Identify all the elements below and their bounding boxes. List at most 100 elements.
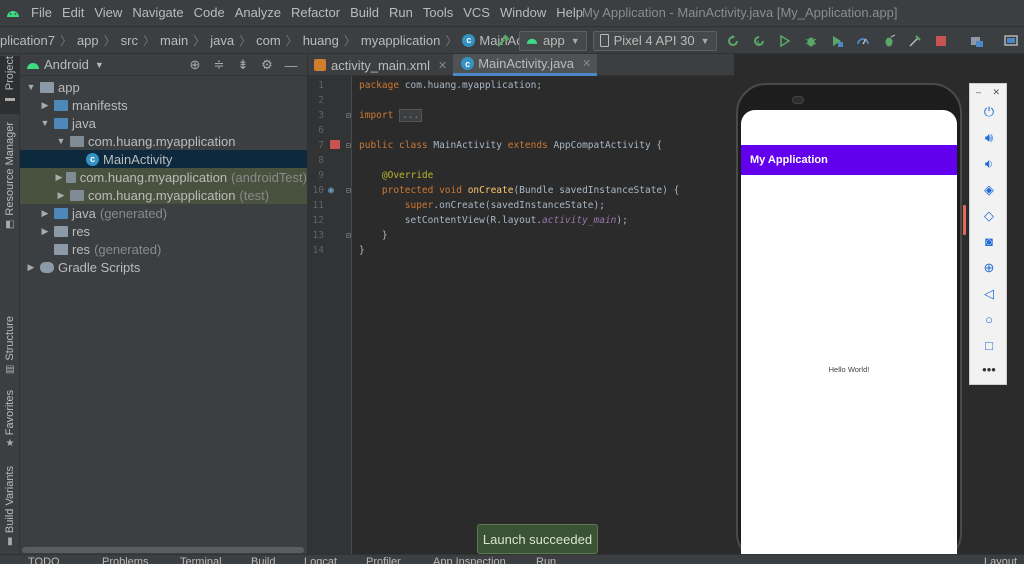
tree-item-package-main[interactable]: ▼ com.huang.myapplication <box>20 132 307 150</box>
menu-build[interactable]: Build <box>345 0 384 26</box>
close-icon[interactable]: ✕ <box>992 84 1000 100</box>
chevron-right-icon[interactable]: ▶ <box>38 208 52 219</box>
bottom-tab-logcat[interactable]: Logcat <box>304 556 337 564</box>
emulator-screen[interactable]: My Application Hello World! <box>741 110 957 564</box>
coverage-icon[interactable] <box>826 30 848 52</box>
bottom-tab-app-inspection[interactable]: App Inspection <box>433 556 506 564</box>
chevron-right-icon[interactable]: ▶ <box>54 190 68 201</box>
tab-activity-main-xml[interactable]: activity_main.xml ✕ <box>308 54 453 76</box>
debug-icon[interactable] <box>800 30 822 52</box>
tree-item-res[interactable]: ▶ res <box>20 222 307 240</box>
apply-changes-icon[interactable] <box>722 30 744 52</box>
collapse-all-icon[interactable]: ⇟ <box>231 57 255 73</box>
tree-item-java-generated[interactable]: ▶ java (generated) <box>20 204 307 222</box>
device-select[interactable]: Pixel 4 API 30 ▼ <box>592 30 717 51</box>
fold-marker-icon[interactable]: ⊟ <box>346 111 351 120</box>
rotate-right-icon[interactable]: ◇ <box>970 208 1008 224</box>
fold-marker-icon[interactable]: ⊟ <box>346 141 351 150</box>
code-editor[interactable]: package com.huang.myapplication; import … <box>352 76 734 554</box>
override-method-icon[interactable]: ◉ <box>328 185 334 196</box>
tool-tab-resource-manager[interactable]: Resource Manager ◧ <box>0 122 20 230</box>
scrollbar-thumb[interactable] <box>22 547 304 553</box>
bottom-tab-run[interactable]: Run <box>536 556 556 564</box>
breadcrumb-project[interactable]: plication7 <box>0 33 55 48</box>
attach-icon[interactable] <box>904 30 926 52</box>
tool-tab-structure[interactable]: Structure ▤ <box>0 316 20 376</box>
volume-down-icon[interactable]: 🔉︎ <box>970 156 1008 172</box>
editor-gutter[interactable]: 1 2 3 6 7 8 9 10 11 12 13 14 ◉ ⊟ ⊟ ⊟ ⊟ <box>308 76 352 554</box>
chevron-right-icon[interactable]: ▶ <box>54 172 64 183</box>
tab-mainactivity-java[interactable]: c MainActivity.java ✕ <box>453 54 598 76</box>
menu-tools[interactable]: Tools <box>418 0 458 26</box>
chevron-down-icon[interactable]: ▼ <box>38 118 52 128</box>
bottom-tab-layout[interactable]: Layout <box>984 556 1017 564</box>
fold-marker-icon[interactable]: ⊟ <box>346 186 351 195</box>
launch-toast[interactable]: Launch succeeded <box>477 524 598 554</box>
breadcrumb-main[interactable]: main <box>160 33 188 48</box>
avd-manager-icon[interactable] <box>1000 30 1022 52</box>
tool-tab-build-variants[interactable]: Build Variants ▮ <box>0 466 20 547</box>
expand-all-icon[interactable]: ≑ <box>207 57 231 73</box>
overview-icon[interactable]: □ <box>970 338 1008 353</box>
profiler-gauge-icon[interactable] <box>852 30 874 52</box>
project-view-mode[interactable]: Android <box>44 57 89 72</box>
chevron-right-icon[interactable]: ▶ <box>38 226 52 237</box>
tree-item-package-androidtest[interactable]: ▶ com.huang.myapplication (androidTest) <box>20 168 307 186</box>
run-config-select[interactable]: app ▼ <box>519 30 587 51</box>
tree-item-package-test[interactable]: ▶ com.huang.myapplication (test) <box>20 186 307 204</box>
menu-view[interactable]: View <box>89 0 127 26</box>
breadcrumb-myapplication[interactable]: myapplication <box>361 33 441 48</box>
back-icon[interactable]: ◁ <box>970 286 1008 302</box>
bottom-tab-profiler[interactable]: Profiler <box>366 556 401 564</box>
breadcrumb-app[interactable]: app <box>77 33 99 48</box>
breadcrumb-src[interactable]: src <box>121 33 138 48</box>
project-horizontal-scrollbar[interactable] <box>20 546 307 554</box>
close-icon[interactable]: ✕ <box>582 57 591 70</box>
bottom-tab-todo[interactable]: TODO <box>28 556 60 564</box>
minimize-icon[interactable]: — <box>279 58 303 73</box>
attach-debugger-icon[interactable] <box>878 30 900 52</box>
tree-item-res-generated[interactable]: ▶ res (generated) <box>20 240 307 258</box>
menu-code[interactable]: Code <box>189 0 230 26</box>
activity-gutter-icon[interactable] <box>330 140 340 149</box>
zoom-icon[interactable]: ⊕ <box>970 260 1008 276</box>
folded-imports[interactable]: ... <box>399 109 423 122</box>
tree-item-java[interactable]: ▼ java <box>20 114 307 132</box>
menu-edit[interactable]: Edit <box>57 0 89 26</box>
volume-up-icon[interactable]: 🔊︎ <box>970 130 1008 146</box>
gear-icon[interactable]: ⚙ <box>255 57 279 73</box>
menu-run[interactable]: Run <box>384 0 418 26</box>
power-icon[interactable]: ⏻ <box>970 104 1008 120</box>
tree-item-mainactivity[interactable]: c MainActivity <box>20 150 307 168</box>
tool-tab-project[interactable]: Project ▬ <box>0 56 20 114</box>
menu-refactor[interactable]: Refactor <box>286 0 345 26</box>
rerun-icon[interactable] <box>774 30 796 52</box>
chevron-right-icon[interactable]: ▶ <box>38 100 52 111</box>
tool-tab-favorites[interactable]: Favorites ★ <box>0 390 20 452</box>
tree-item-manifests[interactable]: ▶ manifests <box>20 96 307 114</box>
chevron-right-icon[interactable]: ▶ <box>24 262 38 273</box>
make-project-hammer-icon[interactable] <box>492 30 514 52</box>
breadcrumb-huang[interactable]: huang <box>303 33 339 48</box>
device-side-button[interactable] <box>963 205 966 235</box>
rotate-left-icon[interactable]: ◈ <box>970 182 1008 198</box>
apply-code-changes-icon[interactable]: A <box>748 30 770 52</box>
menu-window[interactable]: Window <box>495 0 551 26</box>
more-icon[interactable]: ••• <box>970 362 1008 377</box>
tree-item-app[interactable]: ▼ app <box>20 78 307 96</box>
bottom-tab-problems[interactable]: Problems <box>102 556 148 564</box>
minimize-icon[interactable]: – <box>976 84 981 100</box>
chevron-down-icon[interactable]: ▼ <box>54 136 68 146</box>
menu-analyze[interactable]: Analyze <box>230 0 286 26</box>
menu-navigate[interactable]: Navigate <box>127 0 188 26</box>
tree-item-gradle-scripts[interactable]: ▶ Gradle Scripts <box>20 258 307 276</box>
project-structure-icon[interactable] <box>966 30 988 52</box>
breadcrumb-java[interactable]: java <box>210 33 234 48</box>
menu-file[interactable]: File <box>26 0 57 26</box>
fold-marker-icon[interactable]: ⊟ <box>346 231 351 240</box>
close-icon[interactable]: ✕ <box>438 59 447 72</box>
chevron-down-icon[interactable]: ▼ <box>24 82 38 92</box>
chevron-down-icon[interactable]: ▼ <box>95 60 104 70</box>
menu-vcs[interactable]: VCS <box>458 0 495 26</box>
camera-icon[interactable]: ◙ <box>970 234 1008 249</box>
